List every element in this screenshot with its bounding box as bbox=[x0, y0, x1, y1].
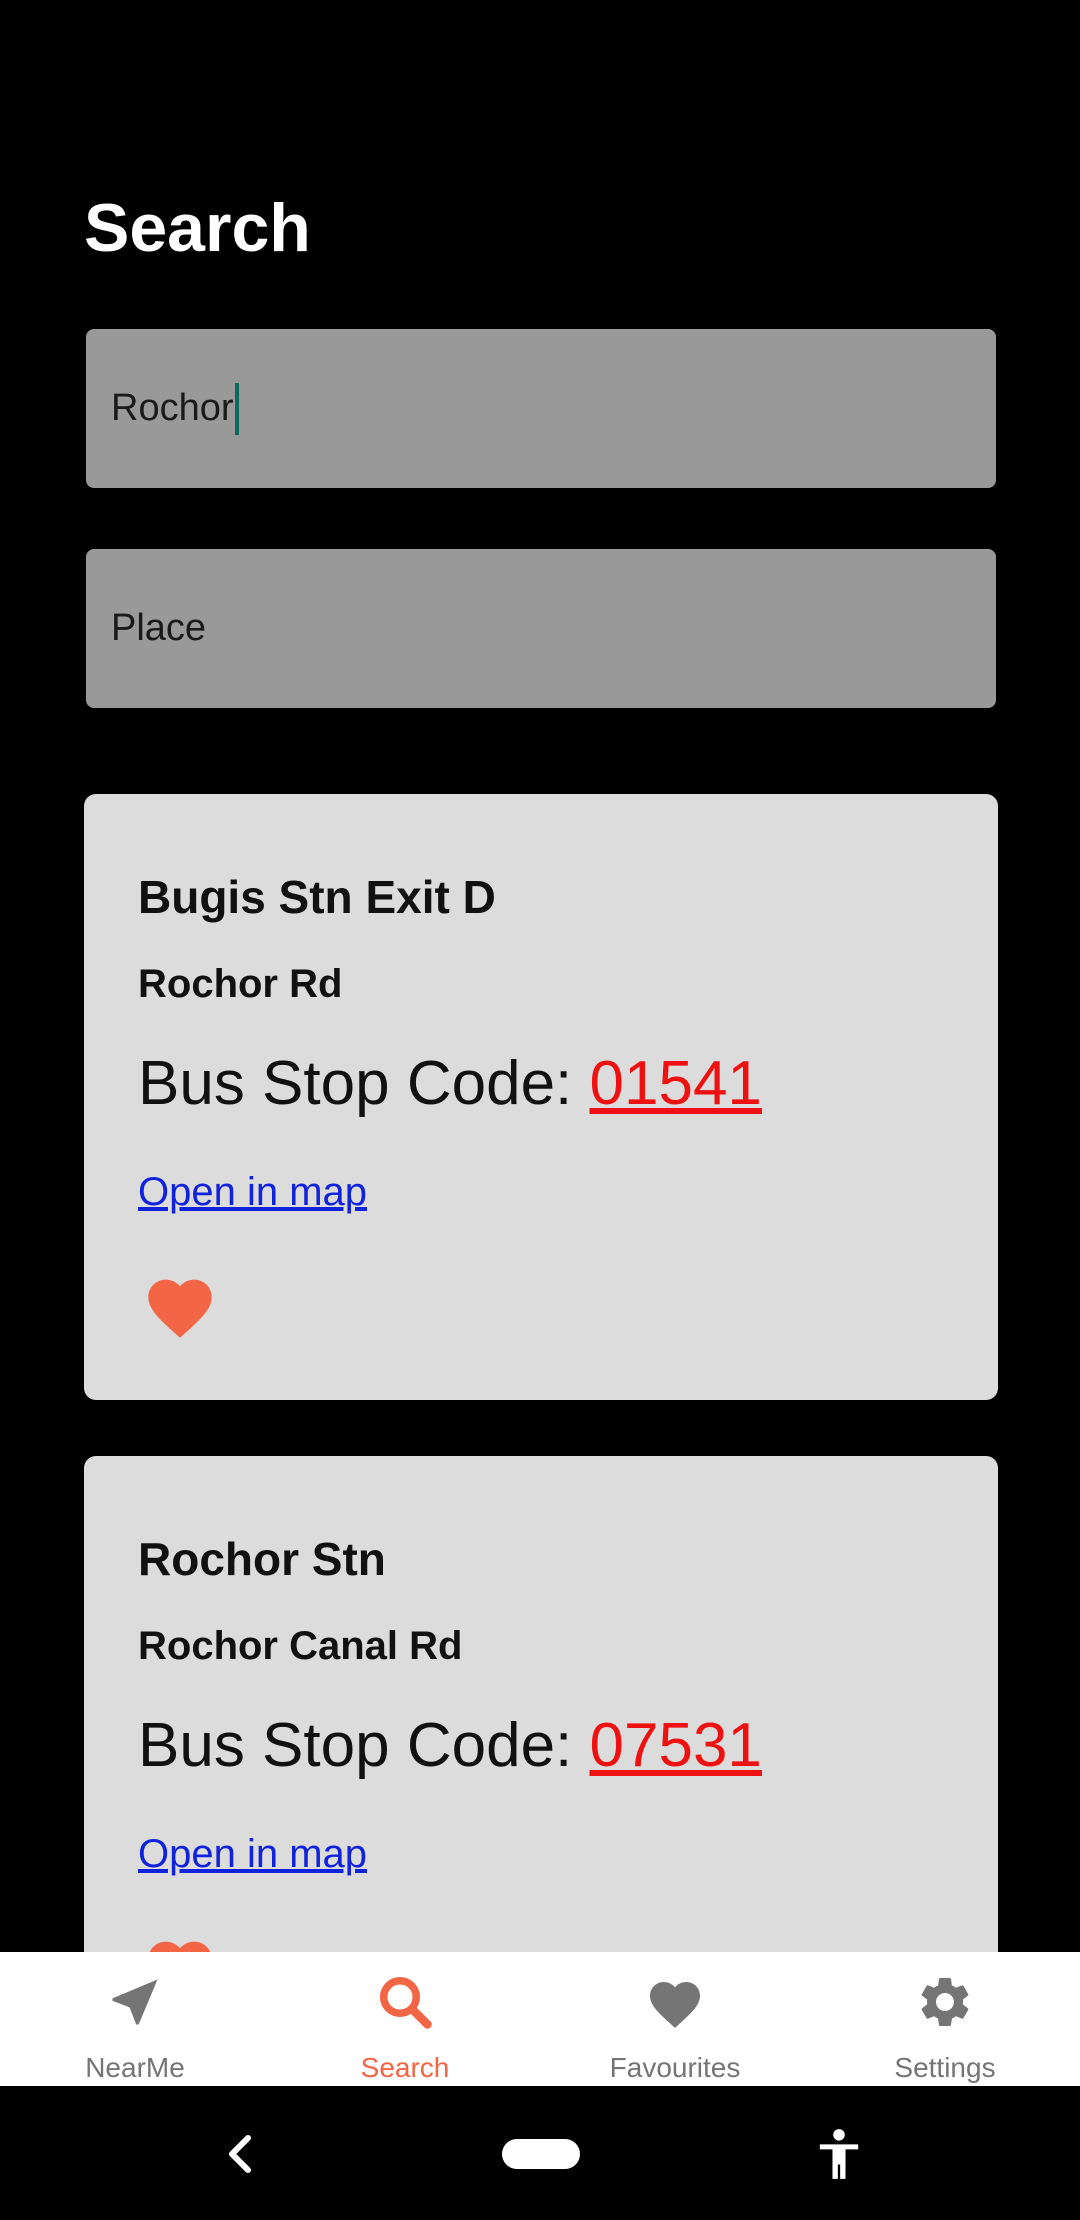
gear-icon bbox=[921, 1978, 969, 2026]
bus-stop-code-link[interactable]: 07531 bbox=[590, 1711, 762, 1780]
back-icon[interactable] bbox=[222, 2134, 258, 2174]
page-title: Search bbox=[84, 190, 311, 266]
bus-stop-name: Bugis Stn Exit D bbox=[138, 871, 496, 923]
accessibility-icon[interactable] bbox=[816, 2126, 862, 2182]
heart-icon bbox=[650, 1982, 700, 2028]
nav-item-settings[interactable]: Settings bbox=[810, 1952, 1080, 2086]
bus-stop-name: Rochor Stn bbox=[138, 1533, 386, 1585]
bottom-navigation: NearMe Search Favourites Settings bbox=[0, 1952, 1080, 2086]
system-navigation-bar bbox=[0, 2086, 1080, 2220]
search-input-value: Rochor bbox=[111, 387, 234, 429]
bus-stop-code-link[interactable]: 01541 bbox=[590, 1049, 762, 1118]
bus-stop-code-label: Bus Stop Code: bbox=[138, 1711, 590, 1780]
bus-stop-code-label: Bus Stop Code: bbox=[138, 1049, 590, 1118]
nav-label: Settings bbox=[894, 2052, 996, 2083]
search-icon bbox=[380, 1977, 432, 2029]
search-input[interactable]: Rochor bbox=[86, 329, 996, 488]
road-name: Rochor Canal Rd bbox=[138, 1624, 463, 1668]
heart-icon[interactable] bbox=[142, 1932, 218, 1952]
open-in-map-link[interactable]: Open in map bbox=[138, 1832, 367, 1877]
nav-item-nearme[interactable]: NearMe bbox=[0, 1952, 270, 2086]
nav-item-favourites[interactable]: Favourites bbox=[540, 1952, 810, 2086]
place-input[interactable]: Place bbox=[86, 549, 996, 708]
bus-stop-code-line: Bus Stop Code: 07531 bbox=[138, 1710, 762, 1781]
navigation-arrow-icon bbox=[112, 1979, 158, 2025]
nav-label: Favourites bbox=[609, 2052, 741, 2083]
nav-item-search[interactable]: Search bbox=[270, 1952, 540, 2086]
nav-label: Search bbox=[360, 2052, 450, 2083]
text-cursor bbox=[234, 382, 239, 435]
heart-icon[interactable] bbox=[142, 1270, 218, 1340]
result-card: Rochor Stn Rochor Canal Rd Bus Stop Code… bbox=[84, 1456, 998, 1952]
bus-stop-code-line: Bus Stop Code: 01541 bbox=[138, 1048, 762, 1119]
road-name: Rochor Rd bbox=[138, 962, 343, 1006]
result-card: Bugis Stn Exit D Rochor Rd Bus Stop Code… bbox=[84, 794, 998, 1400]
results-list[interactable]: Bugis Stn Exit D Rochor Rd Bus Stop Code… bbox=[84, 794, 998, 1952]
nav-label: NearMe bbox=[85, 2052, 185, 2083]
home-pill-icon[interactable] bbox=[502, 2139, 580, 2169]
open-in-map-link[interactable]: Open in map bbox=[138, 1170, 367, 1215]
place-input-placeholder: Place bbox=[111, 607, 207, 649]
